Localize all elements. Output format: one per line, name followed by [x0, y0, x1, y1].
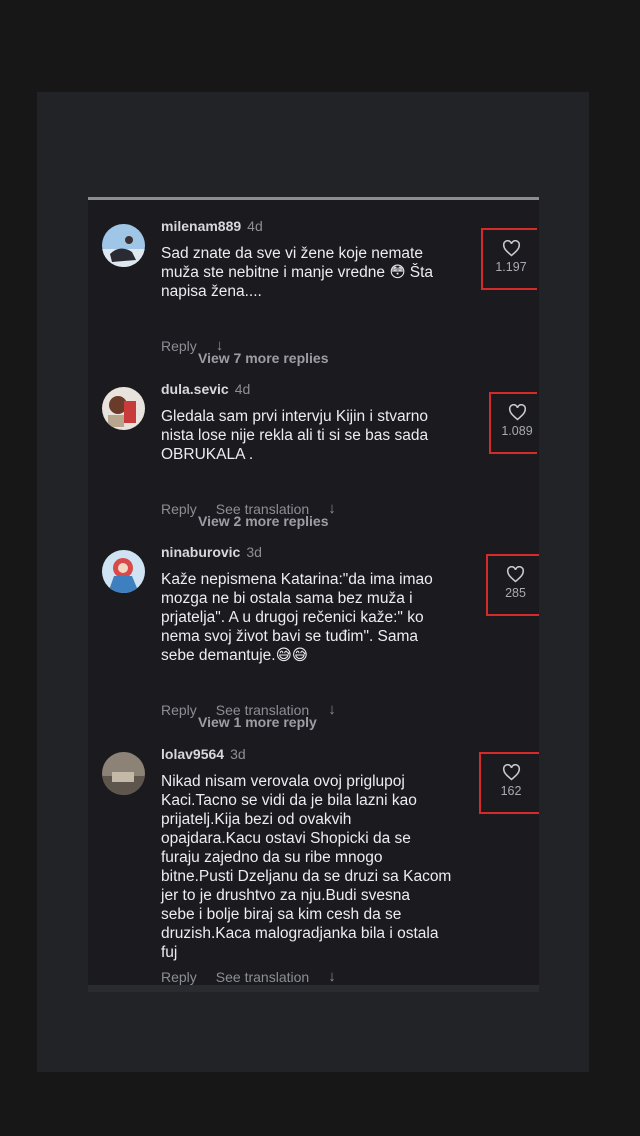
reply-button[interactable]: Reply [161, 702, 197, 718]
comment-username[interactable]: milenam889 4d [161, 218, 263, 234]
like-count: 1.197 [495, 260, 527, 274]
comment-text: Sad znate da sve vi žene koje nemate muž… [161, 245, 434, 300]
heart-outline-icon [502, 240, 520, 257]
heart-outline-icon [506, 566, 525, 583]
reply-button[interactable]: Reply [161, 501, 197, 517]
like-highlight-box: 162 [479, 752, 539, 814]
comment-username[interactable]: ninaburovic 3d [161, 544, 262, 560]
like-count: 162 [500, 784, 522, 798]
like-count: 285 [505, 586, 526, 600]
reply-button[interactable]: Reply [161, 969, 197, 985]
avatar[interactable] [102, 550, 145, 593]
like-button[interactable]: 1.197 [483, 240, 539, 274]
like-button[interactable]: 1.089 [491, 404, 539, 438]
see-translation-button[interactable]: See translation [216, 969, 309, 985]
down-arrow-icon[interactable]: ↓ [328, 701, 336, 718]
comment-text: Nikad nisam verovala ovoj priglupoj Kaci… [161, 773, 452, 961]
down-arrow-icon[interactable]: ↓ [328, 500, 336, 517]
comment-actions: Reply See translation ↓ [161, 968, 336, 985]
avatar[interactable] [102, 752, 145, 795]
comment-text: Kaže nepismena Katarina:"da ima imao moz… [161, 571, 433, 664]
comment-time: 4d [234, 381, 251, 397]
comment-time: 3d [230, 746, 246, 762]
like-button[interactable]: 162 [481, 764, 539, 798]
view-more-replies[interactable]: View 7 more replies [198, 350, 328, 366]
heart-outline-icon [508, 404, 526, 421]
view-more-replies[interactable]: View 1 more reply [198, 714, 317, 730]
comment-username[interactable]: dula.sevic 4d [161, 381, 250, 397]
reply-button[interactable]: Reply [161, 338, 197, 354]
like-button[interactable]: 285 [488, 566, 539, 600]
like-highlight-box: 1.197 [481, 228, 537, 290]
avatar[interactable] [102, 387, 145, 430]
comment-time: 4d [247, 218, 263, 234]
comments-sheet: milenam889 4d Sad znate da sve vi žene ko… [88, 197, 539, 992]
avatar[interactable] [102, 224, 145, 267]
sheet-divider [88, 197, 539, 200]
like-highlight-box: 285 [486, 554, 539, 616]
view-more-replies[interactable]: View 2 more replies [198, 513, 328, 529]
comment-time: 3d [246, 544, 262, 560]
comment-username[interactable]: lolav9564 3d [161, 746, 246, 762]
sheet-bottom-bar [88, 985, 539, 992]
like-highlight-box: 1.089 [489, 392, 537, 454]
down-arrow-icon[interactable]: ↓ [328, 968, 336, 985]
like-count: 1.089 [501, 424, 533, 438]
comment-text: Gledala sam prvi intervju Kijin i stvarn… [161, 408, 429, 463]
heart-outline-icon [502, 764, 520, 781]
